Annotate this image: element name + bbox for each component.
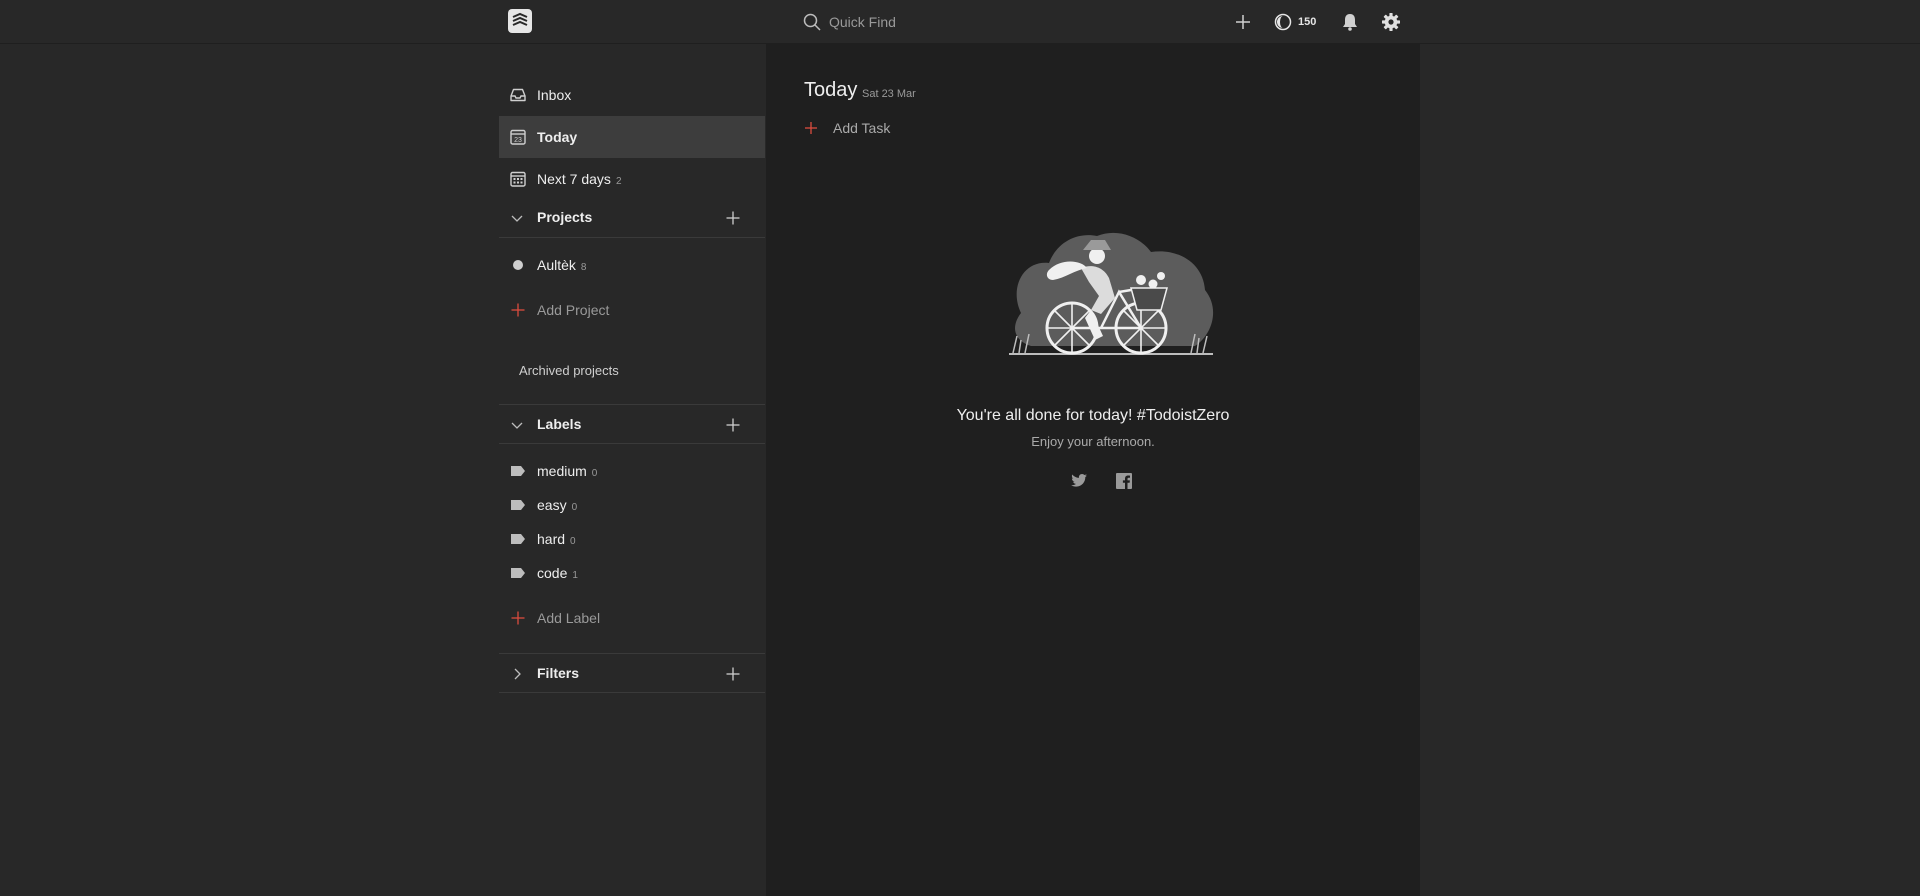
notifications-button[interactable] <box>1340 10 1362 34</box>
main-content: Today Sat 23 Mar Add Task You're all don… <box>766 44 1420 896</box>
sidebar-item-label: Today <box>537 129 578 145</box>
sidebar-item-today[interactable]: 23 Today <box>499 116 765 158</box>
cyclist-illustration <box>1009 232 1214 355</box>
sidebar-item-text: Next 7 days <box>537 171 611 187</box>
add-project-plus-icon[interactable] <box>725 210 741 226</box>
label-name: hard <box>537 531 566 547</box>
project-label: Aultèk 8 <box>537 257 586 273</box>
search-input[interactable] <box>829 14 1129 30</box>
section-title: Projects <box>537 209 593 225</box>
label-item[interactable]: medium 0 <box>499 456 765 486</box>
archived-projects-label: Archived projects <box>519 362 619 378</box>
label-label: medium 0 <box>537 463 597 479</box>
label-name: medium <box>537 463 587 479</box>
calendar-today-icon: 23 <box>510 129 526 145</box>
item-count: 8 <box>580 262 587 273</box>
search-icon <box>803 13 821 31</box>
todoist-logo-icon[interactable] <box>508 9 532 33</box>
label-label: hard 0 <box>537 531 576 547</box>
page-title: Today <box>804 79 858 101</box>
facebook-icon[interactable] <box>1114 471 1134 491</box>
labels-section-header[interactable]: Labels <box>499 404 765 444</box>
label-name: easy <box>537 497 567 513</box>
label-item[interactable]: easy 0 <box>499 490 765 520</box>
label-label: code 1 <box>537 565 578 581</box>
archived-projects-link[interactable]: Archived projects <box>499 355 765 385</box>
sidebar: Inbox 23 Today Next 7 days 2 Projects Au… <box>499 44 765 896</box>
add-project-button[interactable]: Add Project <box>499 295 765 325</box>
tag-icon <box>511 500 525 510</box>
item-count: 0 <box>571 502 578 513</box>
chevron-down-icon[interactable] <box>510 211 524 225</box>
chevron-right-icon[interactable] <box>510 667 524 681</box>
project-item[interactable]: Aultèk 8 <box>499 250 765 280</box>
calendar-week-icon <box>510 171 526 187</box>
tag-icon <box>511 534 525 544</box>
label-label: easy 0 <box>537 497 577 513</box>
add-project-label: Add Project <box>537 302 610 318</box>
section-title: Labels <box>537 416 582 432</box>
inbox-icon <box>510 88 526 102</box>
chevron-down-icon[interactable] <box>510 418 524 432</box>
project-dot-icon <box>513 260 523 270</box>
label-name: code <box>537 565 568 581</box>
tag-icon <box>511 466 525 476</box>
quick-find[interactable] <box>802 10 1162 34</box>
empty-state-title: You're all done for today! #TodoistZero <box>956 407 1230 424</box>
sidebar-item-label: Next 7 days 2 <box>537 171 622 187</box>
label-item[interactable]: hard 0 <box>499 524 765 554</box>
karma-icon <box>1274 13 1292 31</box>
plus-icon <box>1236 15 1250 29</box>
quick-add-button[interactable] <box>1233 10 1255 34</box>
bell-icon <box>1343 14 1357 31</box>
karma-button[interactable]: 150 <box>1274 10 1316 34</box>
karma-points: 150 <box>1298 16 1317 28</box>
section-title: Filters <box>537 665 580 681</box>
add-task-label: Add Task <box>833 120 891 136</box>
add-label-plus-icon[interactable] <box>725 417 741 433</box>
plus-icon <box>511 611 525 625</box>
add-label-label: Add Label <box>537 610 601 626</box>
item-count: 1 <box>572 570 578 581</box>
filters-section-header[interactable]: Filters <box>499 653 765 693</box>
item-count: 0 <box>591 468 598 479</box>
top-bar: 150 <box>0 0 1920 44</box>
item-count: 2 <box>615 176 622 187</box>
svg-text:23: 23 <box>514 137 522 144</box>
twitter-icon[interactable] <box>1069 471 1089 491</box>
page-date: Sat 23 Mar <box>862 88 916 100</box>
settings-button[interactable] <box>1381 10 1403 34</box>
label-item[interactable]: code 1 <box>499 558 765 588</box>
add-label-button[interactable]: Add Label <box>499 603 765 633</box>
item-count: 0 <box>570 536 576 547</box>
plus-icon <box>511 303 525 317</box>
gear-icon <box>1382 13 1400 31</box>
add-filter-plus-icon[interactable] <box>725 666 741 682</box>
tag-icon <box>511 568 525 578</box>
add-task-button[interactable]: Add Task <box>804 119 890 137</box>
sidebar-item-label: Inbox <box>537 87 572 103</box>
empty-state-subtitle: Enjoy your afternoon. <box>1031 434 1155 449</box>
project-name: Aultèk <box>537 257 576 273</box>
sidebar-item-inbox[interactable]: Inbox <box>499 74 765 116</box>
projects-section-header[interactable]: Projects <box>499 198 765 238</box>
sidebar-item-next-7-days[interactable]: Next 7 days 2 <box>499 158 765 200</box>
plus-icon <box>805 122 817 134</box>
